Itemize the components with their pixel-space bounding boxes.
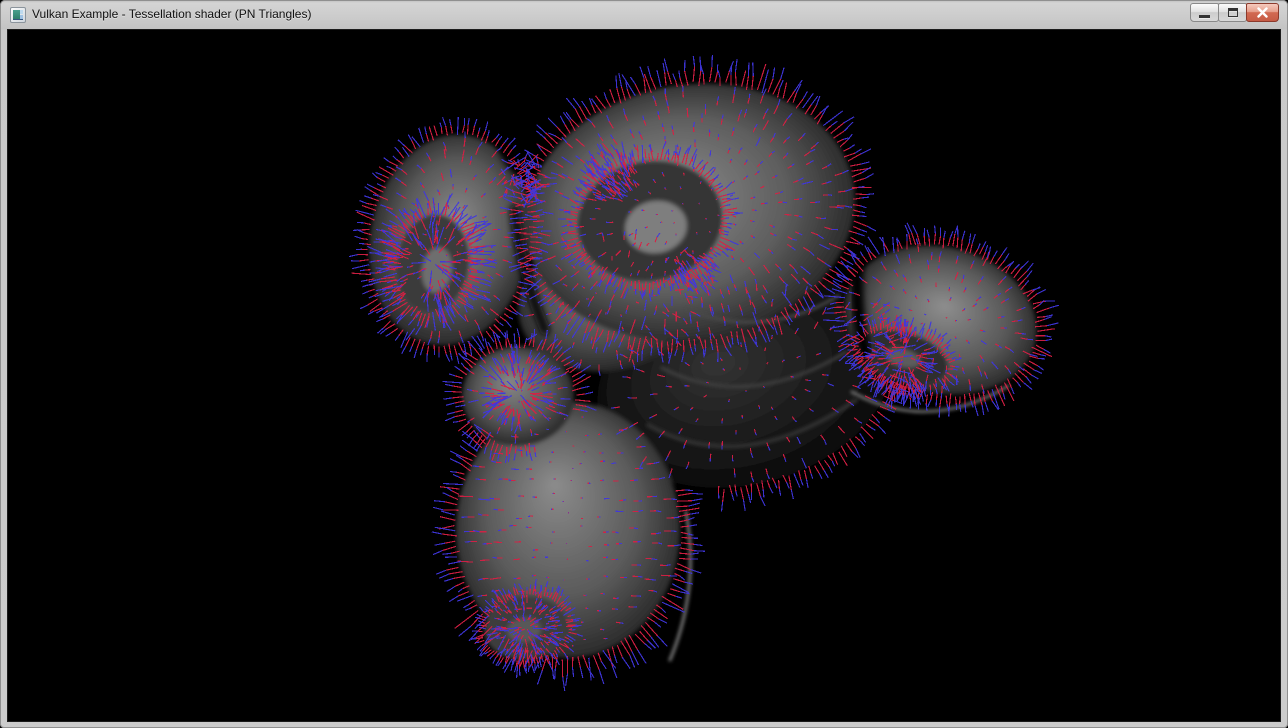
maximize-button[interactable] [1218,3,1247,22]
maximize-icon [1228,8,1238,17]
app-icon-pane [13,10,20,19]
title-bar[interactable]: Vulkan Example - Tessellation shader (PN… [0,0,1288,30]
window-title: Vulkan Example - Tessellation shader (PN… [32,0,311,29]
window-controls [1190,3,1279,22]
app-icon [10,7,26,23]
app-window: Vulkan Example - Tessellation shader (PN… [0,0,1288,728]
minimize-button[interactable] [1190,3,1219,22]
close-icon [1257,7,1268,18]
tessellation-render [8,30,1280,721]
app-icon-pane [20,10,23,14]
app-icon-pane [13,19,23,20]
close-button[interactable] [1246,3,1279,22]
render-viewport[interactable] [8,30,1280,721]
minimize-icon [1199,15,1210,18]
